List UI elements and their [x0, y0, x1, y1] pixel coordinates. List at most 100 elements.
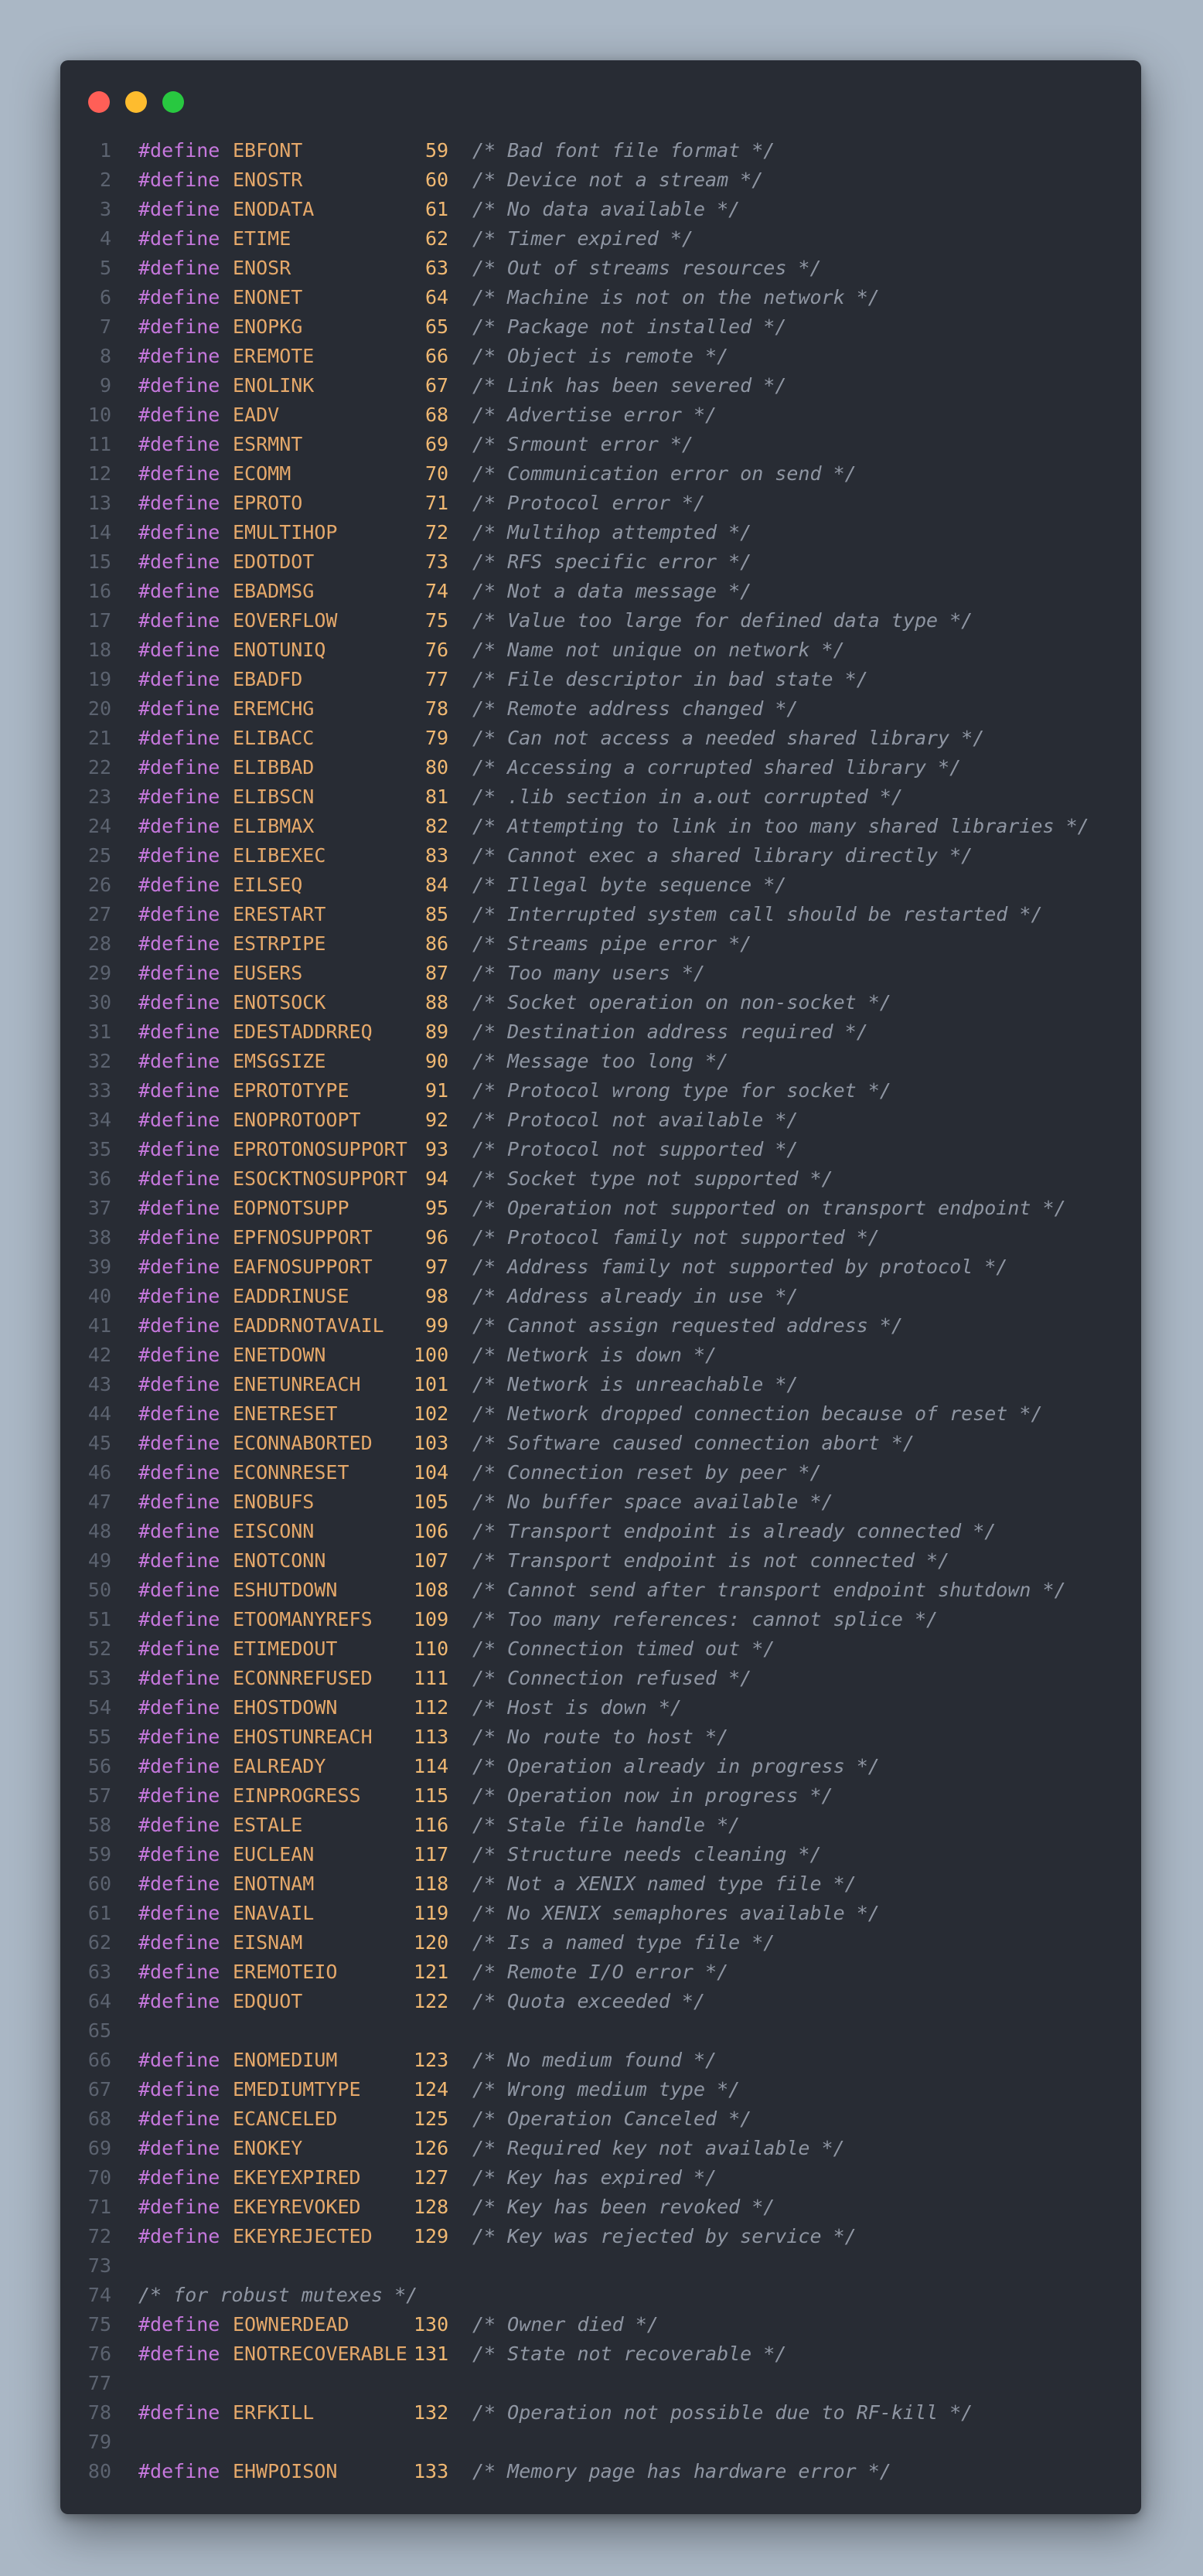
- line-number: 16: [87, 580, 111, 602]
- define-keyword: #define: [138, 1109, 220, 1131]
- define-keyword: #define: [138, 1167, 220, 1190]
- macro-value: 110: [414, 1637, 449, 1660]
- macro-value: 123: [414, 2049, 449, 2071]
- code-comment: /* Quota exceeded */: [472, 1990, 706, 2012]
- code-comment: /* Remote address changed */: [472, 697, 799, 720]
- line-number: 23: [87, 785, 111, 808]
- line-number: 69: [87, 2137, 111, 2159]
- macro-name: ERFKILL: [233, 2401, 315, 2424]
- maximize-window-icon[interactable]: [162, 91, 184, 113]
- macro-name: ETOOMANYREFS: [233, 1608, 373, 1630]
- define-keyword: #define: [138, 874, 220, 896]
- line-number: 39: [87, 1256, 111, 1278]
- line-number: 79: [87, 2431, 111, 2453]
- macro-name: ENODATA: [233, 198, 315, 220]
- macro-name: EOWNERDEAD: [233, 2313, 349, 2336]
- macro-value: 80: [425, 756, 449, 779]
- code-comment: /* Cannot assign requested address */: [472, 1314, 903, 1337]
- line-number: 63: [87, 1961, 111, 1983]
- macro-value: 65: [425, 315, 449, 338]
- code-comment: /* Address family not supported by proto…: [472, 1256, 1008, 1278]
- close-window-icon[interactable]: [88, 91, 110, 113]
- code-comment: /* No route to host */: [472, 1726, 729, 1748]
- line-number: 17: [87, 609, 111, 632]
- code-comment: /* Not a data message */: [472, 580, 752, 602]
- define-keyword: #define: [138, 668, 220, 690]
- code-comment: /* Remote I/O error */: [472, 1961, 729, 1983]
- macro-value: 111: [414, 1667, 449, 1689]
- macro-name: EPROTONOSUPPORT: [233, 1138, 407, 1160]
- macro-value: 79: [425, 727, 449, 749]
- define-keyword: #define: [138, 1696, 220, 1719]
- macro-value: 73: [425, 550, 449, 573]
- line-number: 38: [87, 1226, 111, 1249]
- code-line: 12 #define ECOMM 70 /* Communication error o…: [60, 459, 1141, 489]
- macro-name: EISCONN: [233, 1520, 315, 1542]
- code-comment: /* Accessing a corrupted shared library …: [472, 756, 962, 779]
- code-line: 30 #define ENOTSOCK 88 /* Socket operation o…: [60, 988, 1141, 1017]
- code-line: 18 #define ENOTUNIQ 76 /* Name not unique on…: [60, 635, 1141, 665]
- macro-name: EKEYREJECTED: [233, 2225, 373, 2247]
- define-keyword: #define: [138, 2225, 220, 2247]
- line-number: 70: [87, 2166, 111, 2189]
- code-comment: /* Protocol not supported */: [472, 1138, 799, 1160]
- code-comment: /* Socket type not supported */: [472, 1167, 833, 1190]
- code-line: 2 #define ENOSTR 60 /* Device not a stream *…: [60, 165, 1141, 195]
- code-comment: /* Protocol not available */: [472, 1109, 799, 1131]
- macro-value: 81: [425, 785, 449, 808]
- line-number: 10: [87, 404, 111, 426]
- line-number: 8: [99, 345, 111, 367]
- macro-value: 102: [414, 1402, 449, 1425]
- macro-name: EALREADY: [233, 1755, 326, 1777]
- line-number: 25: [87, 844, 111, 867]
- macro-name: EDOTDOT: [233, 550, 315, 573]
- macro-name: ESRMNT: [233, 433, 303, 455]
- macro-value: 121: [414, 1961, 449, 1983]
- define-keyword: #define: [138, 1990, 220, 2012]
- code-comment: /* Interrupted system call should be res…: [472, 903, 1043, 925]
- line-number: 47: [87, 1491, 111, 1513]
- macro-value: 68: [425, 404, 449, 426]
- code-comment: /* Owner died */: [472, 2313, 659, 2336]
- code-line: 69 #define ENOKEY 126 /* Required key not av…: [60, 2134, 1141, 2163]
- define-keyword: #define: [138, 727, 220, 749]
- code-editor[interactable]: 1 #define EBFONT 59/* Bad font file format …: [60, 136, 1141, 2486]
- macro-value: 97: [425, 1256, 449, 1278]
- code-comment: /* Connection timed out */: [472, 1637, 775, 1660]
- line-number: 49: [87, 1549, 111, 1572]
- code-line: 8 #define EREMOTE 66 /* Object is remote */: [60, 342, 1141, 371]
- code-comment: /* Protocol error */: [472, 492, 706, 514]
- macro-name: ENETDOWN: [233, 1344, 326, 1366]
- code-line: 23 #define ELIBSCN 81 /* .lib section in a.o…: [60, 782, 1141, 812]
- line-number: 54: [87, 1696, 111, 1719]
- macro-value: 126: [414, 2137, 449, 2159]
- line-number: 12: [87, 462, 111, 485]
- macro-value: 101: [414, 1373, 449, 1395]
- macro-value: 104: [414, 1461, 449, 1484]
- minimize-window-icon[interactable]: [125, 91, 147, 113]
- macro-value: 84: [425, 874, 449, 896]
- code-comment: /* No XENIX semaphores available */: [472, 1902, 880, 1924]
- code-line: 74 /* for robust mutexes */: [60, 2281, 1141, 2310]
- code-comment: /* Connection refused */: [472, 1667, 752, 1689]
- line-number: 42: [87, 1344, 111, 1366]
- macro-name: EREMOTE: [233, 345, 315, 367]
- define-keyword: #define: [138, 1902, 220, 1924]
- define-keyword: #define: [138, 2313, 220, 2336]
- line-number: 43: [87, 1373, 111, 1395]
- define-keyword: #define: [138, 521, 220, 543]
- macro-value: 131: [414, 2343, 449, 2365]
- code-comment: /* Cannot exec a shared library directly…: [472, 844, 973, 867]
- macro-value: 132: [414, 2401, 449, 2424]
- macro-value: 120: [414, 1931, 449, 1954]
- define-keyword: #define: [138, 756, 220, 779]
- define-keyword: #define: [138, 1050, 220, 1072]
- code-comment: /* Operation Canceled */: [472, 2107, 752, 2130]
- code-comment: /* for robust mutexes */: [138, 2284, 418, 2306]
- code-line: 9 #define ENOLINK 67 /* Link has been severe…: [60, 371, 1141, 400]
- line-number: 66: [87, 2049, 111, 2071]
- define-keyword: #define: [138, 844, 220, 867]
- code-comment: /* Operation not possible due to RF-kill…: [472, 2401, 973, 2424]
- code-comment: /* Bad font file format */: [472, 139, 775, 162]
- macro-value: 115: [414, 1784, 449, 1807]
